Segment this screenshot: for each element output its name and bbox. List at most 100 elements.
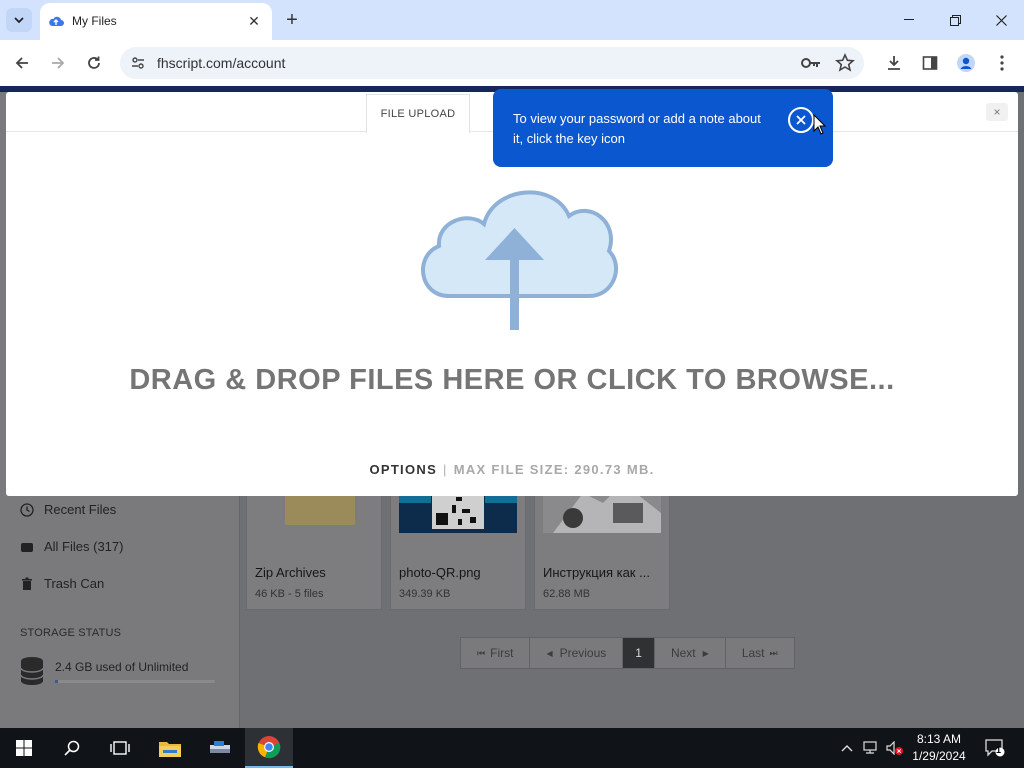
- task-view-icon: [110, 741, 130, 755]
- modal-close-button[interactable]: ×: [986, 103, 1008, 121]
- first-page-icon: ⏮: [477, 647, 486, 658]
- sidebar-item-recent[interactable]: Recent Files: [20, 502, 116, 517]
- storage-status-text: 2.4 GB used of Unlimited: [55, 660, 189, 674]
- password-tip-bubble: To view your password or add a note abou…: [493, 89, 833, 167]
- start-button[interactable]: [0, 728, 48, 768]
- file-name: Инструкция как ...: [543, 565, 650, 580]
- mouse-cursor-icon: [813, 114, 827, 135]
- cloud-upload-icon[interactable]: [409, 176, 619, 332]
- pagination-next[interactable]: Next ▶: [653, 637, 726, 669]
- options-link[interactable]: OPTIONS: [369, 462, 437, 477]
- caret-right-icon: ▶: [702, 648, 709, 658]
- restore-icon: [949, 14, 961, 26]
- pagination-last[interactable]: Last ⏭: [724, 637, 795, 669]
- network-icon-glyph: [863, 741, 877, 754]
- bubble-text: To view your password or add a note abou…: [513, 111, 761, 146]
- search-icon: [64, 740, 80, 756]
- pagination-current[interactable]: 1: [622, 637, 655, 669]
- pagination: ⏮ First ◀ Previous 1 Next ▶ Last ⏭: [460, 637, 795, 669]
- file-name: photo-QR.png: [399, 565, 481, 580]
- bubble-close-button[interactable]: [788, 107, 814, 133]
- app-button[interactable]: [196, 728, 244, 768]
- kebab-menu-icon: [1000, 55, 1004, 71]
- chrome-taskbar-button[interactable]: [245, 728, 293, 768]
- side-panel-button[interactable]: [916, 49, 944, 77]
- tab-close-icon[interactable]: ✕: [244, 11, 264, 31]
- minimize-button[interactable]: [894, 6, 924, 34]
- clock-date: 1/29/2024: [912, 749, 966, 763]
- pagination-previous[interactable]: ◀ Previous: [529, 637, 624, 669]
- volume-muted-icon[interactable]: [886, 739, 904, 757]
- minimize-icon: [904, 19, 914, 20]
- caret-left-icon: ◀: [546, 648, 553, 658]
- reload-button[interactable]: [80, 49, 108, 77]
- database-icon: [20, 657, 44, 685]
- address-bar[interactable]: fhscript.com/account: [120, 47, 864, 79]
- upload-options-line: OPTIONS | MAX FILE SIZE: 290.73 MB.: [6, 462, 1018, 477]
- last-page-icon: ⏭: [769, 647, 778, 658]
- storage-progress-bar: [55, 680, 215, 683]
- sidebar-item-label: All Files (317): [44, 539, 124, 554]
- taskbar-clock[interactable]: 8:13 AM 1/29/2024: [904, 731, 974, 765]
- new-tab-button[interactable]: +: [280, 8, 304, 32]
- restore-button[interactable]: [940, 6, 970, 34]
- key-icon[interactable]: [800, 53, 822, 73]
- browser-tab[interactable]: My Files ✕: [40, 3, 272, 40]
- close-window-button[interactable]: [986, 6, 1016, 34]
- server-manager-icon: [210, 741, 230, 753]
- notification-count: 1: [996, 745, 1002, 755]
- downloads-button[interactable]: [880, 49, 908, 77]
- forward-button[interactable]: [44, 49, 72, 77]
- browser-toolbar: fhscript.com/account: [0, 40, 1024, 86]
- notification-icon: [985, 739, 1005, 757]
- separator: |: [443, 462, 448, 477]
- trash-icon: [22, 577, 32, 590]
- close-icon: [995, 14, 1007, 26]
- tray-overflow-icon[interactable]: [838, 739, 856, 757]
- url-text[interactable]: fhscript.com/account: [157, 55, 285, 71]
- windows-logo-icon: [16, 740, 32, 756]
- file-name: Zip Archives: [255, 565, 326, 580]
- sidebar-item-label: Recent Files: [44, 502, 117, 517]
- download-icon: [888, 56, 900, 70]
- clock-icon: [20, 502, 34, 517]
- sidebar-item-trash[interactable]: Trash Can: [20, 576, 104, 591]
- taskbar: 8:13 AM 1/29/2024 1: [0, 728, 1024, 768]
- network-icon[interactable]: [862, 739, 880, 757]
- menu-button[interactable]: [988, 49, 1016, 77]
- task-view-button[interactable]: [96, 728, 144, 768]
- notification-center-button[interactable]: 1: [984, 737, 1006, 759]
- pagination-first[interactable]: ⏮ First: [460, 637, 531, 669]
- file-meta: 46 KB - 5 files: [255, 588, 324, 600]
- profile-button[interactable]: [952, 49, 980, 77]
- tab-title: My Files: [72, 14, 117, 28]
- chrome-icon: [257, 736, 281, 759]
- tab-file-upload[interactable]: FILE UPLOAD: [366, 94, 470, 133]
- chevron-up-icon: [841, 745, 853, 752]
- drive-icon: [21, 542, 33, 552]
- speaker-muted-icon: [886, 741, 903, 755]
- tab-search-button[interactable]: [6, 8, 32, 32]
- search-button[interactable]: [48, 728, 96, 768]
- side-panel-icon: [922, 56, 938, 70]
- star-icon[interactable]: [834, 52, 856, 74]
- drop-zone-text[interactable]: DRAG & DROP FILES HERE OR CLICK TO BROWS…: [6, 364, 1018, 397]
- cloud-favicon-icon: [49, 16, 64, 26]
- site-settings-icon[interactable]: [130, 55, 146, 71]
- file-meta: 349.39 KB: [399, 588, 451, 600]
- sidebar-item-all-files[interactable]: All Files (317): [20, 539, 123, 554]
- reload-icon: [88, 56, 100, 69]
- avatar-icon: [957, 54, 975, 72]
- file-explorer-button[interactable]: [146, 728, 194, 768]
- back-button[interactable]: [8, 49, 36, 77]
- clock-time: 8:13 AM: [916, 732, 962, 746]
- tab-strip: My Files ✕ +: [0, 0, 1024, 40]
- arrow-right-icon: [52, 57, 65, 69]
- file-meta: 62.88 MB: [543, 588, 591, 600]
- folder-icon: [159, 742, 181, 757]
- sidebar-item-label: Trash Can: [44, 576, 105, 591]
- max-file-size: MAX FILE SIZE: 290.73 MB.: [453, 462, 655, 477]
- close-icon: [796, 115, 806, 125]
- storage-title: STORAGE STATUS: [20, 627, 122, 639]
- arrow-left-icon: [15, 57, 28, 69]
